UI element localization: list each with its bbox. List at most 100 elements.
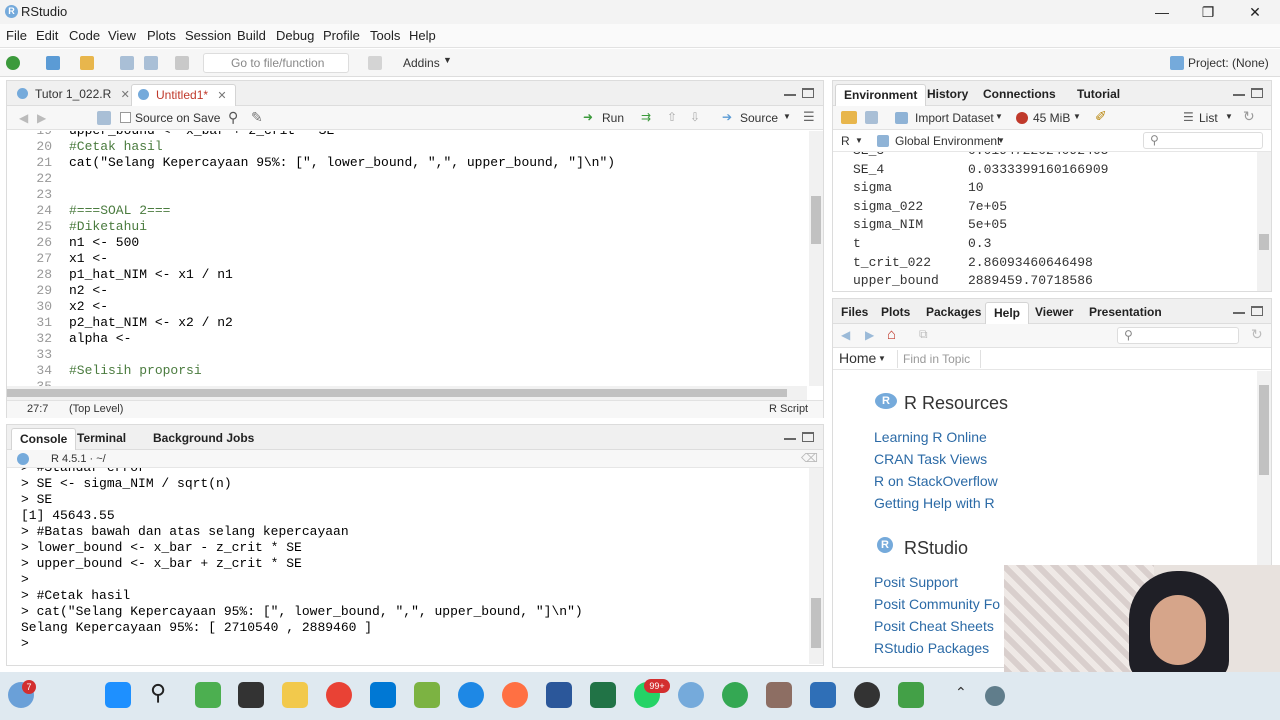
scroll-thumb[interactable] — [1259, 385, 1269, 475]
console-output[interactable]: > #Standar error> SE <- sigma_NIM / sqrt… — [7, 468, 807, 664]
code-line[interactable]: 27 x1 <- — [7, 251, 815, 267]
r-language-menu[interactable]: R — [841, 134, 850, 148]
back-arrow-icon[interactable]: ◀ — [19, 111, 28, 125]
link-learning-r[interactable]: Learning R Online — [874, 429, 987, 445]
tab-console[interactable]: Console — [11, 428, 77, 450]
environment-row[interactable]: sigma_NIM 5e+05 — [833, 216, 1253, 235]
code-line[interactable]: 32 alpha <- — [7, 331, 815, 347]
import-chevron-icon[interactable]: ▼ — [995, 112, 1003, 121]
menu-profile[interactable]: Profile — [323, 28, 360, 43]
popout-icon[interactable]: ⧉ — [919, 327, 928, 342]
chrome-profile-icon[interactable] — [722, 682, 748, 708]
environment-row[interactable]: SE_3 0.0194722024092465 — [833, 152, 1253, 161]
outline-icon[interactable]: ☰ — [803, 109, 815, 125]
maximize-button[interactable]: ❐ — [1185, 0, 1231, 24]
maximize-pane-icon[interactable] — [802, 88, 814, 98]
back-arrow-icon[interactable]: ◀ — [841, 328, 850, 342]
memory-usage[interactable]: 45 MiB — [1033, 111, 1070, 125]
tab-plots[interactable]: Plots — [873, 302, 918, 324]
import-dataset-button[interactable]: Import Dataset — [915, 111, 994, 125]
goto-file-input[interactable]: Go to file/function — [203, 53, 349, 73]
app-icon[interactable] — [414, 682, 440, 708]
search-icon[interactable]: ⚲ — [150, 680, 166, 706]
tray-chevron-icon[interactable]: ⌃ — [955, 684, 967, 701]
link-r-stackoverflow[interactable]: R on StackOverflow — [874, 473, 998, 489]
maximize-pane-icon[interactable] — [802, 432, 814, 442]
chart-app-icon[interactable] — [898, 682, 924, 708]
save-all-icon[interactable] — [144, 56, 158, 70]
link-posit-community[interactable]: Posit Community Fo — [874, 596, 1000, 612]
scroll-thumb[interactable] — [811, 196, 821, 244]
minimize-pane-icon[interactable] — [784, 88, 796, 96]
load-workspace-icon[interactable] — [841, 111, 857, 124]
scroll-thumb[interactable] — [1259, 234, 1269, 250]
menu-code[interactable]: Code — [69, 28, 100, 43]
excel-icon[interactable] — [590, 682, 616, 708]
run-button[interactable]: Run — [602, 111, 624, 125]
project-menu[interactable]: Project: (None) — [1188, 56, 1269, 70]
environment-row[interactable]: t_crit_022 2.86093460646498 — [833, 254, 1253, 273]
vscode-icon[interactable] — [810, 682, 836, 708]
minimize-pane-icon[interactable] — [1233, 306, 1245, 314]
code-line[interactable]: 31 p2_hat_NIM <- x2 / n2 — [7, 315, 815, 331]
list-view-menu[interactable]: List — [1199, 111, 1218, 125]
menu-tools[interactable]: Tools — [370, 28, 400, 43]
scroll-thumb[interactable] — [811, 598, 821, 648]
grid-layout-icon[interactable] — [368, 56, 382, 70]
link-posit-cheat-sheets[interactable]: Posit Cheat Sheets — [874, 618, 994, 634]
maximize-pane-icon[interactable] — [1251, 88, 1263, 98]
edge-icon[interactable] — [458, 682, 484, 708]
rerun-icon[interactable]: ⇉ — [641, 110, 651, 124]
tab-untitled1[interactable]: Untitled1* ✕ — [131, 84, 236, 106]
help-search-input[interactable]: ⚲ — [1117, 327, 1239, 344]
up-arrow-icon[interactable]: ⇧ — [667, 110, 677, 124]
link-cran-task-views[interactable]: CRAN Task Views — [874, 451, 987, 467]
start-icon[interactable] — [105, 682, 131, 708]
link-rstudio-packages[interactable]: RStudio Packages — [874, 640, 989, 656]
editor-vertical-scrollbar[interactable] — [809, 131, 823, 386]
tab-presentation[interactable]: Presentation — [1081, 302, 1170, 324]
tab-connections[interactable]: Connections — [975, 84, 1064, 106]
menu-build[interactable]: Build — [237, 28, 266, 43]
tab-packages[interactable]: Packages — [918, 302, 989, 324]
environment-row[interactable]: sigma 10 — [833, 179, 1253, 198]
code-line[interactable]: 24 #===SOAL 2=== — [7, 203, 815, 219]
code-line[interactable]: 19 upper_bound <- x_bar + z_crit * SE — [7, 131, 815, 139]
code-line[interactable]: 26 n1 <- 500 — [7, 235, 815, 251]
source-chevron-icon[interactable]: ▼ — [783, 112, 791, 121]
firefox-icon[interactable] — [502, 682, 528, 708]
code-line[interactable]: 29 n2 <- — [7, 283, 815, 299]
new-file-icon[interactable] — [6, 56, 20, 70]
code-line[interactable]: 20 #Cetak hasil — [7, 139, 815, 155]
print-icon[interactable] — [175, 56, 189, 70]
chrome-icon[interactable] — [326, 682, 352, 708]
tab-background-jobs[interactable]: Background Jobs — [145, 428, 262, 450]
down-arrow-icon[interactable]: ⇩ — [690, 110, 700, 124]
menu-plots[interactable]: Plots — [147, 28, 176, 43]
open-folder-icon[interactable] — [80, 56, 94, 70]
copilot-icon[interactable] — [195, 682, 221, 708]
code-line[interactable]: 28 p1_hat_NIM <- x1 / n1 — [7, 267, 815, 283]
clear-console-icon[interactable]: ⌫ — [801, 451, 818, 465]
menu-file[interactable]: File — [6, 28, 27, 43]
code-line[interactable]: 30 x2 <- — [7, 299, 815, 315]
addins-menu[interactable]: Addins — [403, 56, 440, 70]
scroll-thumb[interactable] — [7, 389, 787, 397]
code-line[interactable]: 34 #Selisih proporsi — [7, 363, 815, 379]
menu-debug[interactable]: Debug — [276, 28, 314, 43]
tab-tutorial[interactable]: Tutorial — [1069, 84, 1128, 106]
minimize-button[interactable]: — — [1139, 0, 1185, 24]
refresh-icon[interactable]: ↻ — [1251, 326, 1263, 343]
link-getting-help[interactable]: Getting Help with R — [874, 495, 995, 511]
close-button[interactable]: ✕ — [1232, 0, 1278, 24]
tray-network-icon[interactable] — [985, 686, 1005, 706]
tab-help[interactable]: Help — [985, 302, 1030, 324]
tab-tutor-file[interactable]: Tutor 1_022.R ✕ — [11, 84, 138, 106]
store-icon[interactable] — [370, 682, 396, 708]
list-chevron-icon[interactable]: ▼ — [1225, 112, 1233, 121]
winrar-icon[interactable] — [766, 682, 792, 708]
minimize-pane-icon[interactable] — [1233, 88, 1245, 96]
menu-view[interactable]: View — [108, 28, 136, 43]
environment-row[interactable]: t 0.3 — [833, 235, 1253, 254]
close-tab-icon[interactable]: ✕ — [121, 89, 130, 101]
